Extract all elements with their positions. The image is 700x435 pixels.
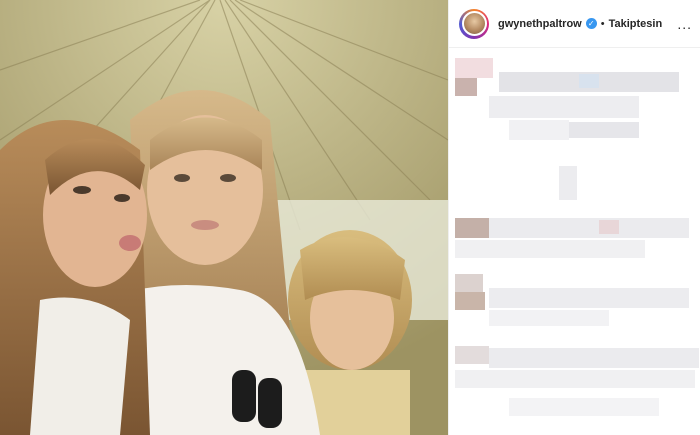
username-link[interactable]: gwynethpaltrow xyxy=(498,18,582,30)
post-header: gwynethpaltrow ✓ • Takiptesin ... xyxy=(449,0,700,48)
pixel-block xyxy=(489,288,689,308)
pixel-block xyxy=(455,58,493,78)
pixel-block xyxy=(455,292,485,310)
pixel-block xyxy=(509,398,659,416)
pixel-block xyxy=(489,218,689,238)
pixelated-comments-area xyxy=(449,48,700,435)
pixel-block xyxy=(489,310,609,326)
pixel-block xyxy=(455,274,483,292)
pixel-block xyxy=(455,370,695,388)
pixel-block xyxy=(455,78,477,96)
pixel-block xyxy=(455,218,489,238)
post-sidebar: gwynethpaltrow ✓ • Takiptesin ... xyxy=(448,0,700,435)
pixel-block xyxy=(509,120,569,140)
more-options-button[interactable]: ... xyxy=(677,16,692,32)
avatar-image xyxy=(461,11,487,36)
pixel-block xyxy=(489,96,639,118)
pixel-block xyxy=(599,220,619,234)
verified-badge-icon: ✓ xyxy=(585,18,597,29)
pixel-block xyxy=(559,166,577,200)
pixel-block xyxy=(455,240,645,258)
family-selfie-photo xyxy=(0,0,448,435)
separator-dot: • xyxy=(600,17,605,30)
following-button[interactable]: Takiptesin xyxy=(609,18,663,30)
pixel-block xyxy=(489,348,699,368)
pixel-block xyxy=(569,122,639,138)
avatar[interactable] xyxy=(459,8,489,39)
pixel-block xyxy=(579,74,599,88)
post-photo[interactable] xyxy=(0,0,448,435)
instagram-post: gwynethpaltrow ✓ • Takiptesin ... xyxy=(0,0,700,435)
pixel-block xyxy=(455,346,489,364)
